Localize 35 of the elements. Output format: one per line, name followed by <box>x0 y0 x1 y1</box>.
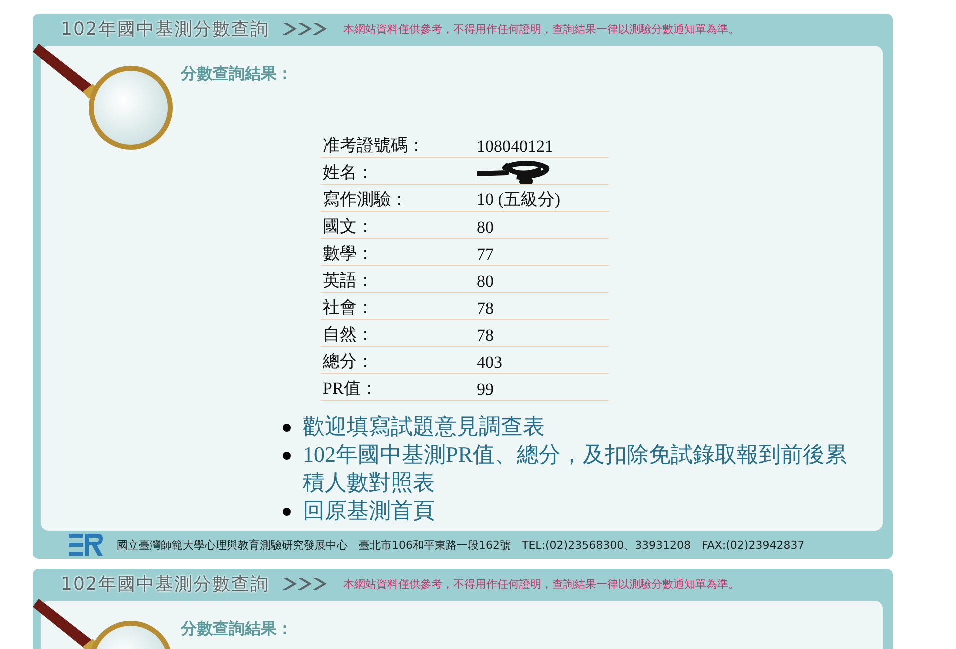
bullet-icon <box>283 452 291 460</box>
field-label: 國文： <box>321 212 475 238</box>
field-label: 姓名： <box>321 158 475 184</box>
table-cell: 10 (五級分) <box>475 184 609 212</box>
table-cell: 108040121 <box>475 131 609 158</box>
section-heading: 分數查詢結果： <box>181 64 294 85</box>
table-cell: 80 <box>475 212 609 238</box>
section-heading: 分數查詢結果： <box>181 619 294 640</box>
page-title: 102年國中基測分數查詢 <box>61 573 270 596</box>
chevrons-icon <box>283 577 330 591</box>
field-label: 社會： <box>321 292 475 320</box>
logo-icon <box>69 534 103 556</box>
disclaimer-text: 本網站資料僅供參考，不得用作任何證明，查詢結果一律以測驗分數通知單為準。 <box>343 22 740 36</box>
field-label: 准考證號碼： <box>321 131 475 158</box>
page-link[interactable]: 102年國中基測PR值、總分，及扣除免試錄取報到前後累積人數對照表 <box>303 441 861 497</box>
field-label: 英語： <box>321 266 475 292</box>
field-label: 自然： <box>321 320 475 346</box>
table-cell: 403 <box>475 346 609 374</box>
table-cell: 78 <box>475 320 609 346</box>
page-link[interactable]: 歡迎填寫試題意見調查表 <box>303 413 545 441</box>
bullet-icon <box>283 508 291 516</box>
field-label: PR值： <box>321 374 475 400</box>
page-title: 102年國中基測分數查詢 <box>61 18 270 41</box>
chevrons-icon <box>283 22 330 36</box>
table-cell: 78 <box>475 292 609 320</box>
field-label: 數學： <box>321 238 475 266</box>
bullet-icon <box>283 424 291 432</box>
field-label: 總分： <box>321 346 475 374</box>
disclaimer-text: 本網站資料僅供參考，不得用作任何證明，查詢結果一律以測驗分數通知單為準。 <box>343 576 740 592</box>
table-cell: 77 <box>475 238 609 266</box>
page-link[interactable]: 回原基測首頁 <box>303 497 435 525</box>
footer-address: 國立臺灣師範大學心理與教育測驗研究發展中心 臺北市106和平東路一段162號 TEL:(02)23568300、33931208 FAX:(02)23942837 <box>117 538 805 552</box>
table-cell: 80 <box>475 266 609 292</box>
table-cell: 99 <box>475 374 609 400</box>
field-label: 寫作測驗： <box>321 184 475 212</box>
